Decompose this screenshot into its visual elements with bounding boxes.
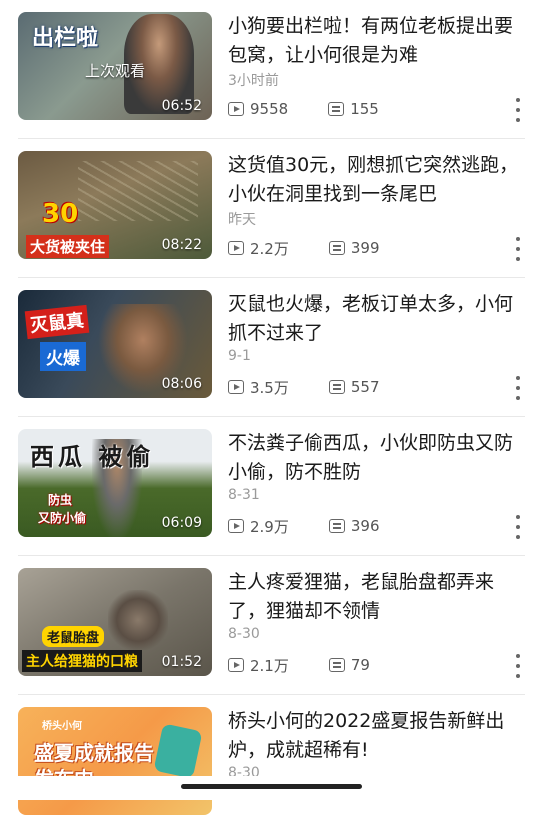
video-thumbnail[interactable]: 30 大货被夹住 08:22 — [18, 151, 212, 259]
thumb-caption-secondary: 防虫 — [48, 493, 73, 507]
video-title[interactable]: 桥头小何的2022盛夏报告新鲜出炉，成就超稀有! — [228, 707, 524, 765]
thumb-avatar-label: 桥头小何 — [42, 721, 82, 732]
thumb-caption-secondary: 大货被夹住 — [26, 235, 110, 258]
thumb-caption-tertiary: 又防小偷 — [38, 511, 87, 525]
video-stats: 2.9万 396 — [228, 516, 420, 536]
video-item[interactable]: 桥头小何 盛夏成就报告 发布中 桥头小何的2022盛夏报告新鲜出炉，成就超稀有!… — [0, 695, 543, 834]
play-count-icon — [228, 241, 244, 255]
thumb-caption: 出栏啦 — [32, 26, 99, 51]
video-date: 8-31 — [228, 487, 260, 503]
comment-count-value: 79 — [350, 656, 370, 674]
view-count-value: 9558 — [250, 100, 289, 118]
video-thumbnail[interactable]: 灭鼠真 火爆 08:06 — [18, 290, 212, 398]
comment-count: 557 — [328, 378, 380, 396]
video-item[interactable]: 出栏啦 上次观看 06:52 小狗要出栏啦！有两位老板提出要包窝，让小何很是为难… — [0, 0, 543, 139]
view-count-value: 2.9万 — [250, 517, 289, 536]
play-count-icon — [228, 102, 244, 116]
home-indicator[interactable] — [181, 784, 362, 789]
video-thumbnail[interactable]: 老鼠胎盘 主人给狸猫的口粮 01:52 — [18, 568, 212, 676]
video-title[interactable]: 不法粪子偷西瓜，小伙即防虫又防小偷，防不胜防 — [228, 429, 524, 487]
thumb-caption-secondary: 主人给狸猫的口粮 — [22, 650, 142, 672]
video-title[interactable]: 主人疼爱狸猫，老鼠胎盘都弄来了，狸猫却不领情 — [228, 568, 524, 626]
comment-count: 79 — [328, 656, 370, 674]
play-count-icon — [228, 658, 244, 672]
comment-count: 155 — [328, 100, 379, 118]
play-count-icon — [228, 380, 244, 394]
comment-count-value: 557 — [350, 378, 380, 396]
comment-icon — [328, 658, 345, 672]
video-duration: 01:52 — [161, 654, 202, 670]
video-item[interactable]: 30 大货被夹住 08:22 这货值30元，刚想抓它突然逃跑，小伙在洞里找到一条… — [0, 139, 543, 278]
view-count: 2.1万 — [228, 655, 289, 676]
video-title[interactable]: 这货值30元，刚想抓它突然逃跑，小伙在洞里找到一条尾巴 — [228, 151, 524, 209]
comment-icon — [328, 102, 345, 116]
video-date: 昨天 — [228, 212, 256, 228]
comment-count-value: 155 — [350, 100, 379, 118]
resume-label: 上次观看 — [84, 62, 145, 80]
more-options-icon[interactable] — [515, 237, 521, 261]
thumb-caption: 西瓜 被偷 — [30, 443, 155, 471]
view-count-value: 3.5万 — [250, 378, 289, 397]
more-options-icon[interactable] — [515, 98, 521, 122]
video-thumbnail[interactable]: 西瓜 被偷 防虫 又防小偷 06:09 — [18, 429, 212, 537]
thumb-caption: 老鼠胎盘 — [42, 626, 105, 647]
more-options-icon[interactable] — [515, 654, 521, 678]
video-duration: 08:06 — [161, 376, 202, 392]
thumb-caption-secondary: 火爆 — [40, 342, 86, 371]
video-stats: 2.2万 399 — [228, 238, 420, 258]
view-count: 3.5万 — [228, 377, 289, 398]
video-stats: 3.5万 557 — [228, 377, 420, 397]
thumb-caption: 灭鼠真 — [24, 304, 90, 340]
video-stats: 9558 155 — [228, 99, 419, 119]
view-count: 2.9万 — [228, 516, 289, 537]
video-duration: 06:52 — [161, 98, 202, 114]
video-item[interactable]: 老鼠胎盘 主人给狸猫的口粮 01:52 主人疼爱狸猫，老鼠胎盘都弄来了，狸猫却不… — [0, 556, 543, 695]
video-stats: 2.1万 79 — [228, 655, 410, 675]
more-options-icon[interactable] — [515, 376, 521, 400]
video-title[interactable]: 小狗要出栏啦！有两位老板提出要包窝，让小何很是为难 — [228, 12, 524, 70]
view-count: 9558 — [228, 100, 288, 118]
comment-count: 399 — [328, 239, 380, 257]
video-date: 8-30 — [228, 626, 260, 642]
comment-icon — [328, 519, 345, 533]
video-duration: 06:09 — [161, 515, 202, 531]
more-options-icon[interactable] — [515, 515, 521, 539]
comment-icon — [328, 241, 345, 255]
video-item[interactable]: 灭鼠真 火爆 08:06 灭鼠也火爆，老板订单太多，小何抓不过来了 9-1 3.… — [0, 278, 543, 417]
comment-count-value: 396 — [350, 517, 380, 535]
view-count-value: 2.2万 — [250, 239, 289, 258]
comment-icon — [328, 380, 345, 394]
video-title[interactable]: 灭鼠也火爆，老板订单太多，小何抓不过来了 — [228, 290, 524, 348]
play-count-icon — [228, 519, 244, 533]
comment-count: 396 — [328, 517, 380, 535]
thumb-caption: 盛夏成就报告 — [34, 741, 154, 765]
view-count-value: 2.1万 — [250, 656, 289, 675]
video-item[interactable]: 西瓜 被偷 防虫 又防小偷 06:09 不法粪子偷西瓜，小伙即防虫又防小偷，防不… — [0, 417, 543, 556]
thumb-caption: 30 — [42, 199, 79, 229]
video-date: 3小时前 — [228, 73, 279, 89]
video-thumbnail[interactable]: 出栏啦 上次观看 06:52 — [18, 12, 212, 120]
view-count: 2.2万 — [228, 238, 289, 259]
comment-count-value: 399 — [350, 239, 380, 257]
video-date: 9-1 — [228, 348, 251, 364]
video-duration: 08:22 — [161, 237, 202, 253]
